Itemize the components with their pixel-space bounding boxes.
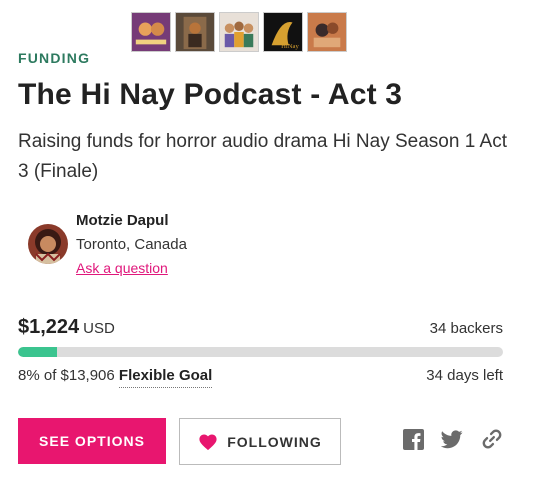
funding-amount-row: $1,224 USD 34 backers: [18, 316, 503, 339]
campaign-title: The Hi Nay Podcast - Act 3: [18, 78, 403, 111]
currency-label: USD: [83, 320, 115, 337]
days-left: 34 days left: [426, 367, 503, 384]
see-options-button[interactable]: SEE OPTIONS: [18, 418, 166, 464]
facebook-icon[interactable]: [402, 428, 424, 450]
goal-row: 8% of $13,906 Flexible Goal 34 days left: [18, 367, 503, 388]
thumbnail-1[interactable]: [131, 12, 171, 52]
percent-of-goal: 8% of $13,906: [18, 367, 115, 384]
twitter-icon[interactable]: [441, 428, 463, 450]
thumbnail-3[interactable]: [219, 12, 259, 52]
creator-card: Motzie Dapul Toronto, Canada Ask a quest…: [28, 212, 187, 278]
thumbnail-5[interactable]: [307, 12, 347, 52]
backers-count: 34 backers: [429, 320, 503, 337]
campaign-blurb: Raising funds for horror audio drama Hi …: [18, 131, 507, 182]
creator-location: Toronto, Canada: [76, 236, 187, 253]
raised-amount: $1,224: [18, 316, 80, 338]
ask-question-link[interactable]: Ask a question: [76, 260, 168, 276]
image-gallery: HiNay: [131, 12, 347, 52]
thumbnail-4[interactable]: HiNay: [263, 12, 303, 52]
heart-icon: [199, 433, 217, 450]
svg-text:HiNay: HiNay: [281, 43, 299, 50]
creator-name[interactable]: Motzie Dapul: [76, 212, 187, 230]
progress-fill: [18, 347, 57, 357]
link-icon[interactable]: [481, 428, 503, 450]
goal-type-tooltip[interactable]: Flexible Goal: [118, 367, 213, 388]
following-label: FOLLOWING: [227, 433, 322, 450]
thumbnail-2[interactable]: [175, 12, 215, 52]
progress-bar: [18, 347, 503, 357]
category-label: FUNDING: [18, 50, 91, 66]
creator-avatar[interactable]: [28, 224, 68, 264]
following-button[interactable]: FOLLOWING: [179, 418, 341, 465]
